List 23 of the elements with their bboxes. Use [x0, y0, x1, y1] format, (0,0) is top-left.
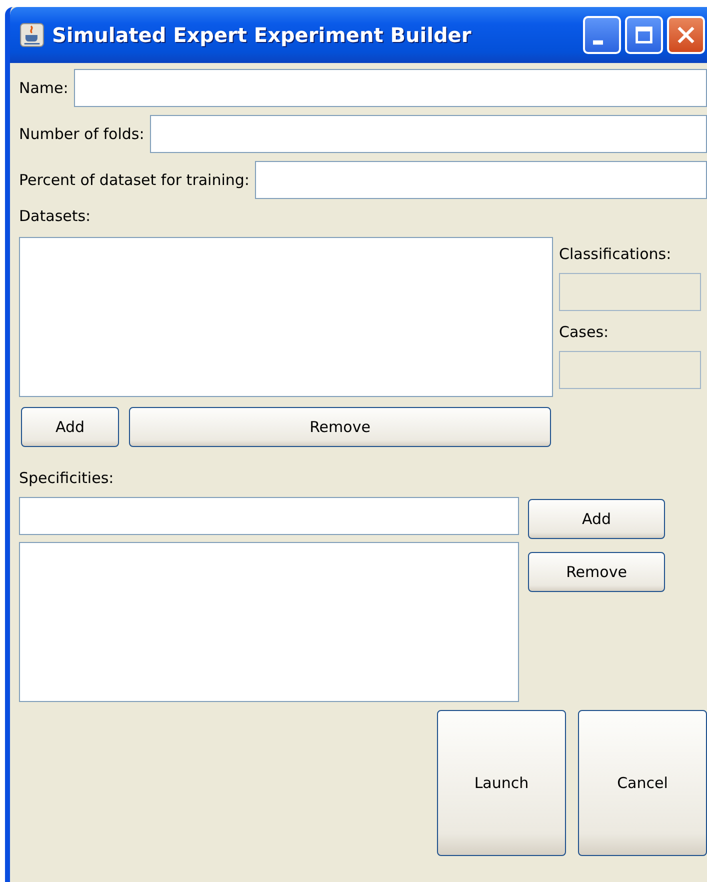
input-field[interactable] [150, 115, 707, 153]
cup-icon [20, 23, 44, 47]
action-button[interactable]: Cancel [578, 710, 707, 856]
stat-label: Cases: [559, 323, 610, 341]
minimize-button[interactable] [583, 16, 621, 54]
action-button[interactable]: Launch [437, 710, 566, 856]
field-label: Name: [19, 79, 68, 97]
field-label: Percent of dataset for training: [19, 171, 250, 189]
dataset-button[interactable]: Remove [129, 407, 551, 447]
input-field[interactable] [255, 161, 707, 199]
minimize-icon [593, 40, 603, 44]
specificity-button[interactable]: Remove [528, 552, 665, 592]
specificity-button[interactable]: Add [528, 499, 665, 539]
section-label: Specificities: [19, 469, 115, 487]
maximize-button[interactable] [625, 16, 663, 54]
input-field[interactable] [19, 497, 519, 535]
field-label: Number of folds: [19, 125, 144, 143]
close-button[interactable] [667, 16, 705, 54]
window-title: Simulated Expert Experiment Builder [52, 23, 472, 47]
input-field[interactable] [74, 69, 707, 107]
dataset-button[interactable]: Add [21, 407, 119, 447]
section-label: Datasets: [19, 207, 92, 225]
stat-label: Classifications: [559, 245, 672, 263]
